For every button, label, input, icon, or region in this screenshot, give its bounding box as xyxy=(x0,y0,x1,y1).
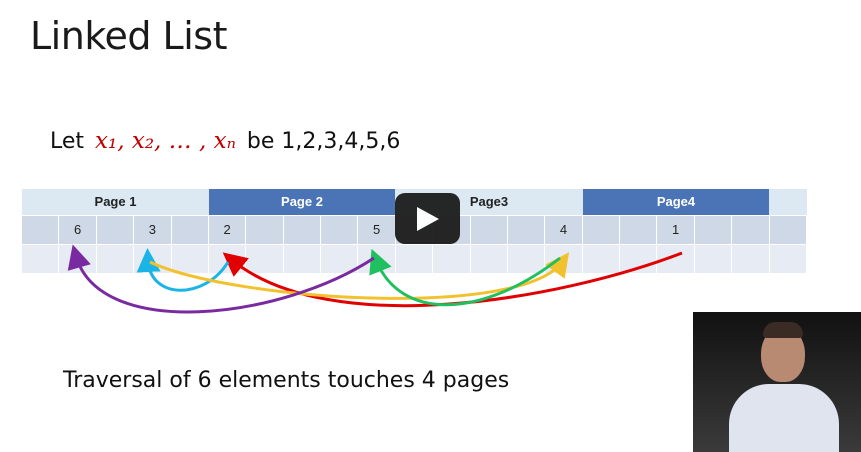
presenter-hair xyxy=(763,322,803,338)
presenter-video xyxy=(693,312,861,452)
presenter-body xyxy=(729,384,839,452)
play-button[interactable] xyxy=(395,193,460,244)
arrow-1-to-2 xyxy=(222,251,683,308)
play-icon xyxy=(417,207,439,231)
traversal-statement: Traversal of 6 elements touches 4 pages xyxy=(63,368,510,393)
